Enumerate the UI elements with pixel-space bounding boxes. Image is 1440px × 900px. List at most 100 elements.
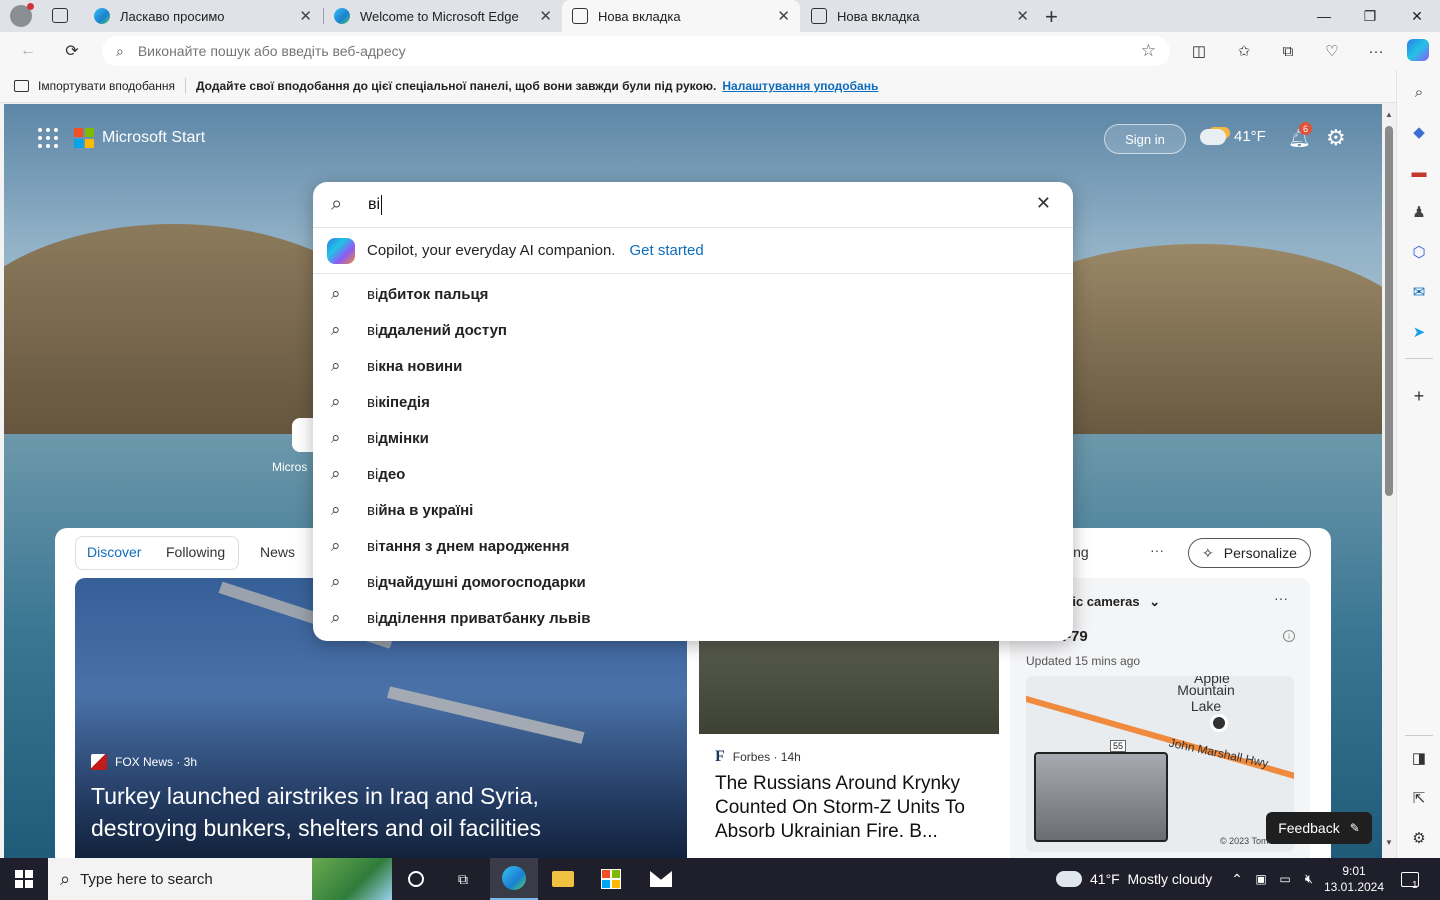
microsoft-start-brand[interactable]: Microsoft Start — [74, 128, 205, 148]
close-icon[interactable]: ✕ — [299, 7, 312, 25]
traffic-more-icon[interactable]: ··· — [1274, 590, 1288, 606]
taskbar-weather[interactable]: 41°F Mostly cloudy — [1056, 858, 1226, 900]
restore-button[interactable]: ❐ — [1347, 0, 1393, 32]
collections-icon[interactable]: ⧉ — [1277, 40, 1299, 62]
clear-search-icon[interactable]: ✕ — [1036, 193, 1051, 214]
browser-essentials-icon[interactable]: ♡ — [1321, 40, 1343, 62]
close-icon[interactable]: ✕ — [1016, 7, 1029, 25]
suggestion-item[interactable]: ⌕ ві дчайдушні домогосподарки — [313, 564, 1073, 600]
action-center-icon[interactable]: 1 — [1390, 858, 1430, 900]
import-favorites-button[interactable]: Імпортувати вподобання — [38, 79, 175, 93]
search-box[interactable]: ⌕ ві ✕ — [313, 182, 1073, 228]
favorite-star-icon[interactable]: ☆ — [1141, 41, 1156, 61]
shopping-tag-icon[interactable]: ◆ — [1409, 122, 1429, 142]
close-window-button[interactable]: ✕ — [1394, 0, 1440, 32]
suggestion-item[interactable]: ⌕ ві дбиток пальця — [313, 276, 1073, 312]
copilot-get-started-link[interactable]: Get started — [629, 242, 703, 259]
taskbar-weather-text: 41°F Mostly cloudy — [1090, 871, 1213, 887]
tab-1[interactable]: Ласкаво просимо ✕ — [84, 0, 322, 32]
info-icon[interactable]: i — [1283, 630, 1295, 642]
sidebar-settings-icon[interactable]: ⚙ — [1409, 828, 1429, 848]
clock[interactable]: 9:01 13.01.2024 — [1322, 858, 1386, 900]
map-highway-label: John Marshall Hwy — [1167, 735, 1270, 771]
start-button[interactable] — [0, 858, 48, 900]
scroll-thumb[interactable] — [1385, 126, 1393, 496]
show-hidden-icons-icon[interactable]: ⌃ — [1226, 858, 1248, 900]
main-article-title[interactable]: Turkey launched airstrikes in Iraq and S… — [91, 780, 631, 844]
apps-launcher-icon[interactable] — [38, 128, 58, 148]
suggestion-item[interactable]: ⌕ ві део — [313, 456, 1073, 492]
scroll-down-arrow[interactable]: ▼ — [1385, 838, 1393, 847]
split-screen-icon[interactable]: ◫ — [1188, 40, 1210, 62]
drop-icon[interactable]: ➤ — [1409, 322, 1429, 342]
feedback-button[interactable]: Feedback ✎ — [1266, 812, 1372, 844]
games-icon[interactable]: ♟ — [1409, 202, 1429, 222]
tab-actions-icon[interactable] — [52, 8, 68, 23]
tab-4[interactable]: Нова вкладка ✕ — [801, 0, 1039, 32]
traffic-header[interactable]: fic cameras ⌄ — [1068, 594, 1160, 610]
cortana-icon[interactable] — [394, 858, 438, 900]
suggestion-item[interactable]: ⌕ ві дмінки — [313, 420, 1073, 456]
suggestion-item[interactable]: ⌕ ві тання з днем народження — [313, 528, 1073, 564]
suggestion-item[interactable]: ⌕ ві кна новини — [313, 348, 1073, 384]
taskbar-mail[interactable] — [638, 858, 684, 900]
search-input[interactable]: ві — [368, 195, 383, 215]
edge-icon — [334, 8, 350, 24]
microsoft-365-icon[interactable]: ⬡ — [1409, 242, 1429, 262]
address-bar[interactable]: ⌕ ☆ — [102, 36, 1170, 66]
refresh-button[interactable]: ⟳ — [58, 38, 86, 64]
minimize-button[interactable]: — — [1301, 0, 1347, 32]
page-scrollbar[interactable]: ▲ ▼ — [1382, 104, 1396, 858]
search-icon: ⌕ — [331, 320, 341, 339]
sign-in-button[interactable]: Sign in — [1104, 124, 1186, 154]
camera-pin-icon[interactable] — [1210, 714, 1228, 732]
tab-discover[interactable]: Discover — [87, 544, 141, 560]
taskbar-search-box[interactable]: ⌕ Type here to search — [48, 858, 392, 900]
tab-following[interactable]: Following — [166, 544, 225, 560]
suggestion-item[interactable]: ⌕ ві йна в україні — [313, 492, 1073, 528]
copilot-promo[interactable]: Copilot, your everyday AI companion. Get… — [313, 228, 1073, 274]
tab-3-active[interactable]: Нова вкладка ✕ — [562, 0, 800, 32]
task-view-icon[interactable]: ⧉ — [440, 858, 486, 900]
personalize-button[interactable]: ✧ Personalize — [1188, 538, 1311, 568]
device-icon[interactable]: ▣ — [1250, 858, 1272, 900]
traffic-map[interactable]: Apple Mountain Lake 55 John Marshall Hwy… — [1026, 676, 1294, 852]
taskbar-store[interactable] — [588, 858, 634, 900]
camera-thumbnail[interactable] — [1034, 752, 1168, 842]
back-button[interactable]: ← — [14, 38, 42, 64]
new-tab-button[interactable]: + — [1045, 4, 1058, 30]
search-suggestions-panel: ⌕ ві ✕ Copilot, your everyday AI compani… — [313, 182, 1073, 641]
more-menu-icon[interactable]: ··· — [1365, 40, 1387, 62]
suggestion-item[interactable]: ⌕ ві ддалений доступ — [313, 312, 1073, 348]
weather-widget[interactable]: 41°F — [1200, 128, 1266, 145]
search-icon[interactable]: ⌕ — [1409, 82, 1429, 102]
copilot-icon[interactable] — [1407, 39, 1429, 61]
settings-gear-icon[interactable]: ⚙︎ — [1326, 125, 1346, 151]
suggestion-item[interactable]: ⌕ ві дділення приватбанку львів — [313, 600, 1073, 636]
tab-title: Нова вкладка — [598, 8, 681, 24]
favorites-icon[interactable]: ✩ — [1233, 40, 1255, 62]
close-icon[interactable]: ✕ — [777, 7, 790, 25]
taskbar-edge[interactable] — [490, 858, 538, 900]
tab-news[interactable]: News — [260, 544, 295, 560]
notifications-bell-icon[interactable]: 🔔︎ 6 — [1288, 122, 1312, 149]
side-article-title[interactable]: The Russians Around Krynky Counted On St… — [715, 772, 985, 844]
open-external-icon[interactable]: ⇱ — [1409, 788, 1429, 808]
address-input[interactable] — [137, 43, 1038, 59]
tools-briefcase-icon[interactable]: ▬ — [1409, 162, 1429, 182]
hide-sidebar-icon[interactable]: ◨ — [1409, 748, 1429, 768]
taskbar-file-explorer[interactable] — [540, 858, 586, 900]
clock-date: 13.01.2024 — [1323, 880, 1385, 894]
add-sidebar-app-icon[interactable]: + — [1409, 386, 1429, 406]
close-icon[interactable]: ✕ — [539, 7, 552, 25]
tab-strip: Ласкаво просимо ✕ Welcome to Microsoft E… — [0, 0, 1440, 32]
profile-icon[interactable] — [10, 3, 34, 27]
favorites-settings-link[interactable]: Налаштування уподобань — [722, 79, 878, 93]
suggestion-item[interactable]: ⌕ ві кіпедія — [313, 384, 1073, 420]
network-icon[interactable]: ▭ — [1274, 858, 1296, 900]
scroll-up-arrow[interactable]: ▲ — [1385, 110, 1393, 119]
tab-2[interactable]: Welcome to Microsoft Edge ✕ — [324, 0, 562, 32]
feed-more-icon[interactable]: ··· — [1150, 542, 1164, 558]
outlook-icon[interactable]: ✉ — [1409, 282, 1429, 302]
volume-muted-icon[interactable]: 🔇︎ — [1298, 858, 1320, 900]
